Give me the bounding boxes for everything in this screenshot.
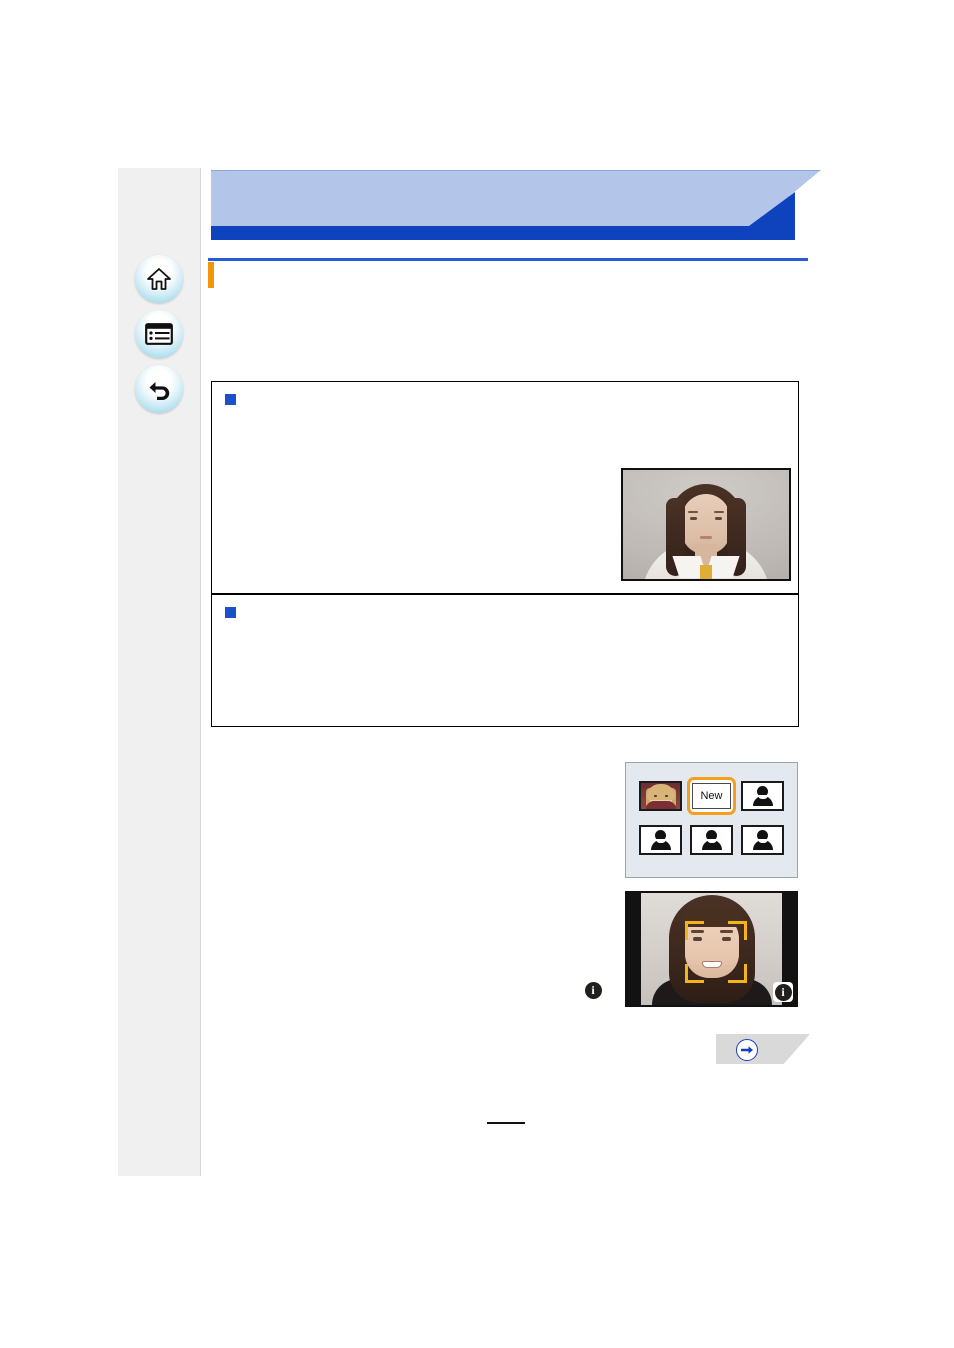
face-slot-empty[interactable] bbox=[741, 781, 784, 811]
banner-dark-band bbox=[211, 226, 795, 240]
info-icon-glyph: i bbox=[584, 981, 602, 999]
photo-mouth bbox=[700, 536, 712, 539]
manual-page: New i i bbox=[0, 0, 954, 1348]
home-icon bbox=[146, 267, 172, 291]
person-silhouette-icon bbox=[751, 830, 775, 850]
face-slot-empty[interactable] bbox=[690, 825, 733, 855]
photo-tie bbox=[700, 565, 712, 579]
bullet-marker bbox=[225, 607, 236, 618]
photo-eye-left bbox=[690, 517, 697, 520]
sidebar-item-home[interactable] bbox=[135, 255, 183, 303]
note-box bbox=[211, 381, 799, 594]
af-face-frame bbox=[685, 921, 747, 983]
photo-eye-right bbox=[715, 517, 722, 520]
sidebar-navigation bbox=[118, 168, 201, 1176]
child-hair bbox=[646, 784, 675, 800]
sidebar-item-menu[interactable] bbox=[135, 310, 183, 358]
next-page-button[interactable] bbox=[716, 1034, 810, 1064]
portrait-photo bbox=[621, 468, 791, 581]
face-slot-registered[interactable] bbox=[639, 781, 682, 811]
bullet-marker bbox=[225, 394, 236, 405]
section-heading-rule bbox=[208, 258, 808, 261]
footer-divider bbox=[487, 1122, 525, 1124]
info-icon-glyph: i bbox=[774, 983, 792, 1001]
face-registration-panel: New bbox=[625, 762, 798, 878]
back-arrow-icon bbox=[146, 377, 172, 401]
child-body bbox=[645, 801, 676, 809]
banner-light-band bbox=[211, 170, 821, 228]
face-slot-new-button[interactable]: New bbox=[687, 777, 736, 815]
child-eye-left bbox=[653, 795, 657, 797]
face-slot-new-label: New bbox=[692, 783, 731, 809]
section-heading-marker bbox=[208, 262, 214, 288]
photo-eyebrow-left bbox=[688, 511, 698, 513]
shot-letterbox-left bbox=[627, 893, 641, 1005]
person-silhouette-icon bbox=[649, 830, 673, 850]
face-detection-shot: i bbox=[625, 891, 798, 1007]
face-slot-empty[interactable] bbox=[639, 825, 682, 855]
note-box bbox=[211, 594, 799, 727]
sidebar-item-back[interactable] bbox=[135, 365, 183, 413]
person-silhouette-icon bbox=[700, 830, 724, 850]
child-eye-right bbox=[664, 795, 668, 797]
menu-list-icon bbox=[145, 323, 173, 345]
info-icon[interactable]: i bbox=[773, 982, 793, 1002]
person-silhouette-icon bbox=[751, 786, 775, 806]
photo-eyebrow-right bbox=[714, 511, 724, 513]
page-header-banner bbox=[211, 170, 821, 240]
arrow-right-circle-icon bbox=[736, 1039, 758, 1061]
info-icon: i bbox=[583, 980, 603, 1000]
face-slot-empty[interactable] bbox=[741, 825, 784, 855]
